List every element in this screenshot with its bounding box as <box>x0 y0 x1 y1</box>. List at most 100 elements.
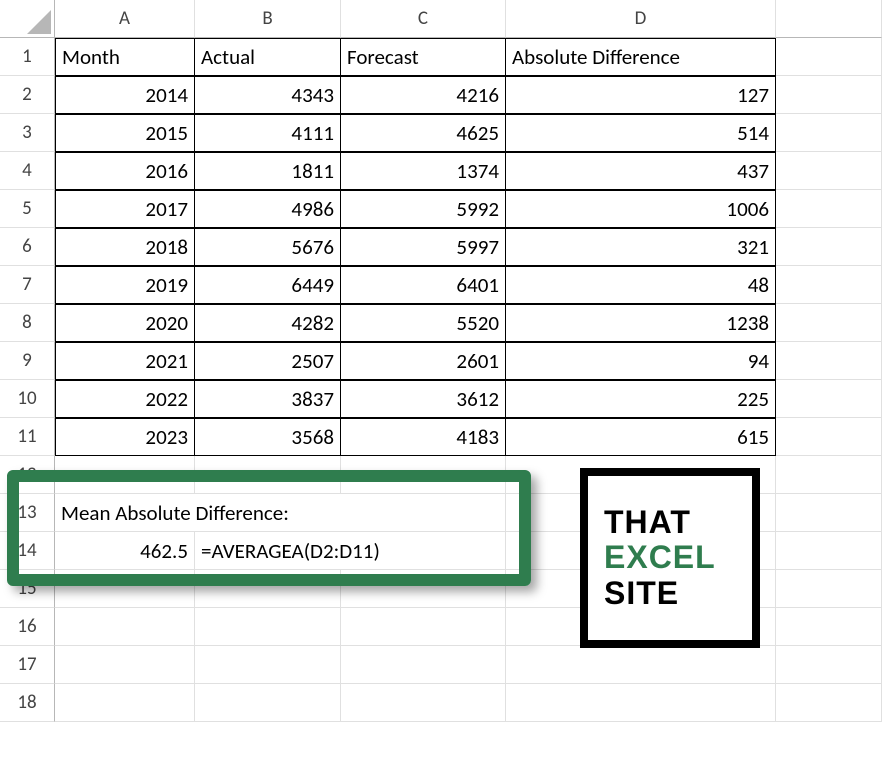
cell-C1[interactable]: Forecast <box>341 38 506 76</box>
row-header-13[interactable]: 13 <box>0 494 55 532</box>
cell-C11[interactable]: 4183 <box>341 418 506 456</box>
row-header-1[interactable]: 1 <box>0 38 55 76</box>
cell-D11[interactable]: 615 <box>506 418 776 456</box>
row-header-2[interactable]: 2 <box>0 76 55 114</box>
cell-B15[interactable] <box>195 570 341 608</box>
cell-E9[interactable] <box>776 342 882 380</box>
cell-E10[interactable] <box>776 380 882 418</box>
cell-C10[interactable]: 3612 <box>341 380 506 418</box>
cell-B9[interactable]: 2507 <box>195 342 341 380</box>
cell-C4[interactable]: 1374 <box>341 152 506 190</box>
cell-D1[interactable]: Absolute Difference <box>506 38 776 76</box>
cell-E3[interactable] <box>776 114 882 152</box>
cell-C16[interactable] <box>341 608 506 646</box>
cell-A3[interactable]: 2015 <box>55 114 195 152</box>
cell-D2[interactable]: 127 <box>506 76 776 114</box>
col-header-A[interactable]: A <box>55 0 195 38</box>
cell-D7[interactable]: 48 <box>506 266 776 304</box>
row-header-17[interactable]: 17 <box>0 646 55 684</box>
row-header-8[interactable]: 8 <box>0 304 55 342</box>
cell-B11[interactable]: 3568 <box>195 418 341 456</box>
cell-C15[interactable] <box>341 570 506 608</box>
cell-B12[interactable] <box>195 456 341 494</box>
row-header-11[interactable]: 11 <box>0 418 55 456</box>
cell-B2[interactable]: 4343 <box>195 76 341 114</box>
cell-D8[interactable]: 1238 <box>506 304 776 342</box>
cell-A11[interactable]: 2023 <box>55 418 195 456</box>
cell-B10[interactable]: 3837 <box>195 380 341 418</box>
cell-D3[interactable]: 514 <box>506 114 776 152</box>
row-header-18[interactable]: 18 <box>0 684 55 722</box>
cell-E11[interactable] <box>776 418 882 456</box>
cell-A4[interactable]: 2016 <box>55 152 195 190</box>
cell-B6[interactable]: 5676 <box>195 228 341 266</box>
row-header-3[interactable]: 3 <box>0 114 55 152</box>
cell-B7[interactable]: 6449 <box>195 266 341 304</box>
cell-A16[interactable] <box>55 608 195 646</box>
cell-E8[interactable] <box>776 304 882 342</box>
cell-A18[interactable] <box>55 684 195 722</box>
cell-E13[interactable] <box>776 494 882 532</box>
cell-D17[interactable] <box>506 646 776 684</box>
cell-B8[interactable]: 4282 <box>195 304 341 342</box>
row-header-6[interactable]: 6 <box>0 228 55 266</box>
cell-D6[interactable]: 321 <box>506 228 776 266</box>
cell-A1[interactable]: Month <box>55 38 195 76</box>
cell-D4[interactable]: 437 <box>506 152 776 190</box>
col-header-extra[interactable] <box>776 0 882 38</box>
cell-B4[interactable]: 1811 <box>195 152 341 190</box>
row-header-10[interactable]: 10 <box>0 380 55 418</box>
cell-E6[interactable] <box>776 228 882 266</box>
col-header-D[interactable]: D <box>506 0 776 38</box>
cell-B5[interactable]: 4986 <box>195 190 341 228</box>
cell-C5[interactable]: 5992 <box>341 190 506 228</box>
cell-E4[interactable] <box>776 152 882 190</box>
cell-B18[interactable] <box>195 684 341 722</box>
cell-E5[interactable] <box>776 190 882 228</box>
row-header-7[interactable]: 7 <box>0 266 55 304</box>
cell-A8[interactable]: 2020 <box>55 304 195 342</box>
cell-C2[interactable]: 4216 <box>341 76 506 114</box>
cell-C9[interactable]: 2601 <box>341 342 506 380</box>
row-header-4[interactable]: 4 <box>0 152 55 190</box>
cell-E14[interactable] <box>776 532 882 570</box>
cell-E1[interactable] <box>776 38 882 76</box>
cell-D5[interactable]: 1006 <box>506 190 776 228</box>
cell-B1[interactable]: Actual <box>195 38 341 76</box>
cell-A7[interactable]: 2019 <box>55 266 195 304</box>
cell-C6[interactable]: 5997 <box>341 228 506 266</box>
cell-A15[interactable] <box>55 570 195 608</box>
cell-A9[interactable]: 2021 <box>55 342 195 380</box>
cell-D18[interactable] <box>506 684 776 722</box>
cell-C12[interactable] <box>341 456 506 494</box>
cell-A13[interactable]: Mean Absolute Difference: <box>55 494 506 532</box>
cell-A6[interactable]: 2018 <box>55 228 195 266</box>
cell-E15[interactable] <box>776 570 882 608</box>
row-header-9[interactable]: 9 <box>0 342 55 380</box>
col-header-C[interactable]: C <box>341 0 506 38</box>
row-header-12[interactable]: 12 <box>0 456 55 494</box>
cell-B17[interactable] <box>195 646 341 684</box>
cell-A12[interactable] <box>55 456 195 494</box>
cell-B16[interactable] <box>195 608 341 646</box>
cell-C8[interactable]: 5520 <box>341 304 506 342</box>
cell-E17[interactable] <box>776 646 882 684</box>
cell-E16[interactable] <box>776 608 882 646</box>
row-header-16[interactable]: 16 <box>0 608 55 646</box>
cell-E18[interactable] <box>776 684 882 722</box>
cell-C3[interactable]: 4625 <box>341 114 506 152</box>
cell-D10[interactable]: 225 <box>506 380 776 418</box>
row-header-15[interactable]: 15 <box>0 570 55 608</box>
row-header-14[interactable]: 14 <box>0 532 55 570</box>
cell-A17[interactable] <box>55 646 195 684</box>
row-header-5[interactable]: 5 <box>0 190 55 228</box>
cell-B14[interactable]: =AVERAGEA(D2:D11) <box>195 532 506 570</box>
cell-C7[interactable]: 6401 <box>341 266 506 304</box>
cell-A2[interactable]: 2014 <box>55 76 195 114</box>
cell-A5[interactable]: 2017 <box>55 190 195 228</box>
cell-E12[interactable] <box>776 456 882 494</box>
cell-A10[interactable]: 2022 <box>55 380 195 418</box>
select-all-corner[interactable] <box>0 0 55 38</box>
cell-D9[interactable]: 94 <box>506 342 776 380</box>
cell-C18[interactable] <box>341 684 506 722</box>
